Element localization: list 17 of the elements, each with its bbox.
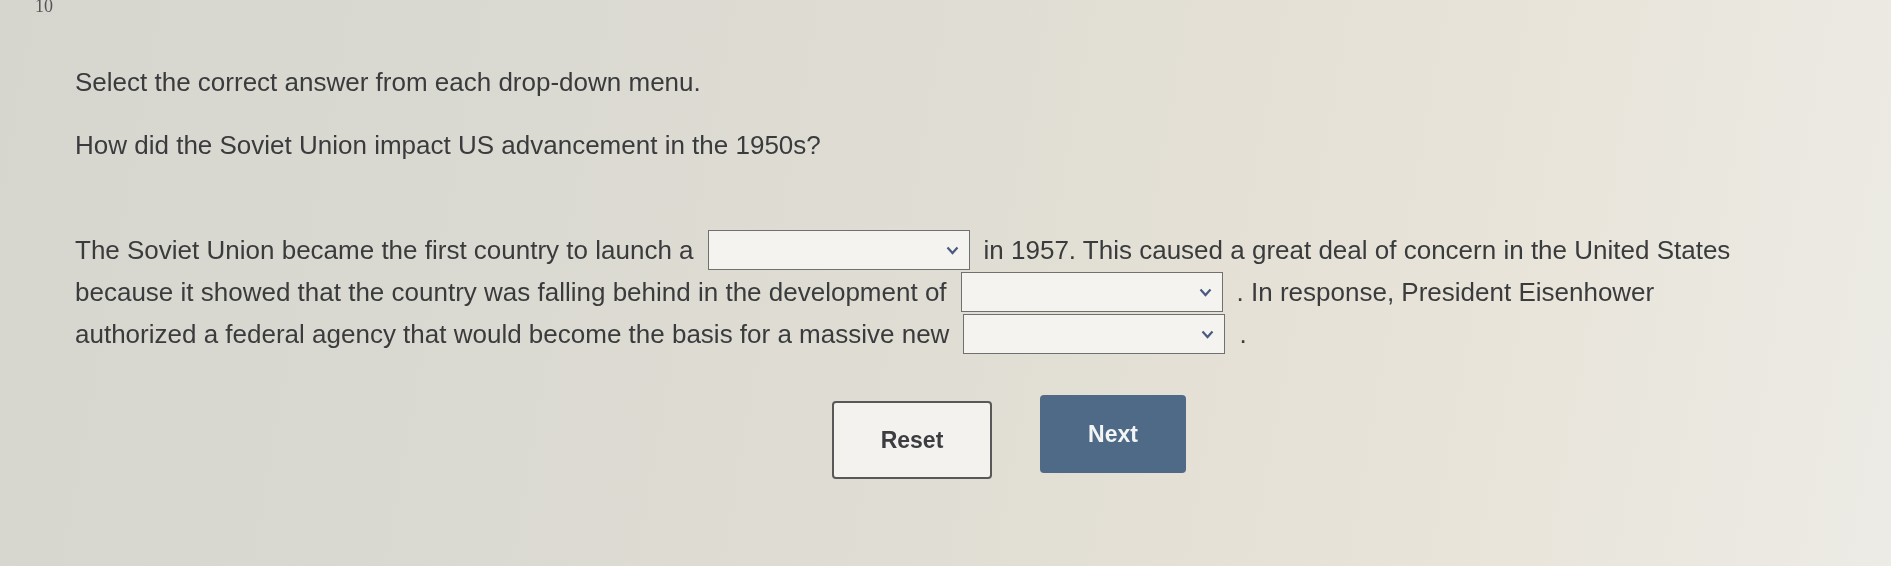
chevron-down-icon [1198, 287, 1212, 297]
passage-text: . In response, President Eisenhower [1236, 276, 1655, 308]
question-number: 10 [35, 0, 53, 12]
answer-dropdown[interactable] [707, 230, 970, 270]
chevron-down-icon [945, 245, 959, 255]
passage-text: authorized a federal agency that would become the basis for a massive new [75, 318, 950, 350]
passage-text: in 1957. This caused a great deal of concern in the United States [983, 234, 1731, 266]
passage-text: . [1239, 318, 1247, 350]
next-button[interactable]: Next [1040, 395, 1186, 473]
passage-text: because it showed that the country was falling behind in the development of [75, 276, 947, 308]
chevron-down-icon [1201, 329, 1215, 339]
answer-dropdown[interactable] [960, 272, 1223, 312]
question-text: How did the Soviet Union impact US advancement in the 1950s? [75, 129, 822, 161]
reset-button[interactable]: Reset [832, 401, 992, 479]
instruction-text: Select the correct answer from each drop-down menu. [75, 66, 702, 98]
answer-dropdown[interactable] [963, 314, 1226, 354]
passage-text: The Soviet Union became the first country to launch a [75, 234, 694, 266]
